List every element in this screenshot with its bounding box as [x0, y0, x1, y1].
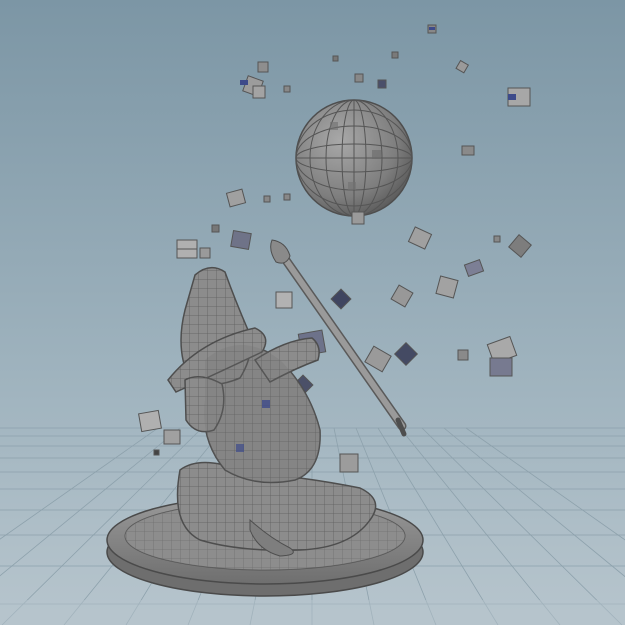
debris-cube[interactable]: [332, 55, 339, 62]
debris-cube[interactable]: [138, 409, 162, 433]
debris-cube[interactable]: [283, 193, 291, 201]
sphere-object[interactable]: [295, 99, 413, 217]
debris-cube[interactable]: [391, 51, 399, 59]
debris-cube[interactable]: [230, 229, 252, 251]
debris-cube[interactable]: [351, 211, 365, 225]
debris-cube[interactable]: [257, 61, 269, 73]
3d-viewport[interactable]: [0, 0, 625, 625]
debris-cube[interactable]: [263, 195, 271, 203]
debris-cube[interactable]: [427, 24, 437, 34]
debris-cube[interactable]: [507, 87, 531, 107]
debris-cube[interactable]: [493, 235, 501, 243]
debris-cube[interactable]: [211, 224, 220, 233]
ground-fog: [0, 600, 625, 625]
debris-cube[interactable]: [176, 239, 198, 259]
viewport-canvas[interactable]: [0, 0, 625, 625]
debris-cube[interactable]: [252, 85, 266, 99]
debris-cube[interactable]: [275, 291, 293, 309]
debris-cube[interactable]: [283, 85, 291, 93]
debris-cube[interactable]: [377, 79, 387, 89]
debris-cube[interactable]: [339, 453, 359, 473]
debris-cube[interactable]: [354, 73, 364, 83]
debris-cube[interactable]: [457, 349, 469, 361]
debris-cube[interactable]: [153, 449, 160, 456]
debris-cube[interactable]: [461, 145, 475, 156]
debris-cube[interactable]: [199, 247, 211, 259]
debris-cube[interactable]: [435, 275, 459, 299]
debris-cube[interactable]: [489, 357, 513, 377]
debris-cube[interactable]: [163, 429, 181, 445]
